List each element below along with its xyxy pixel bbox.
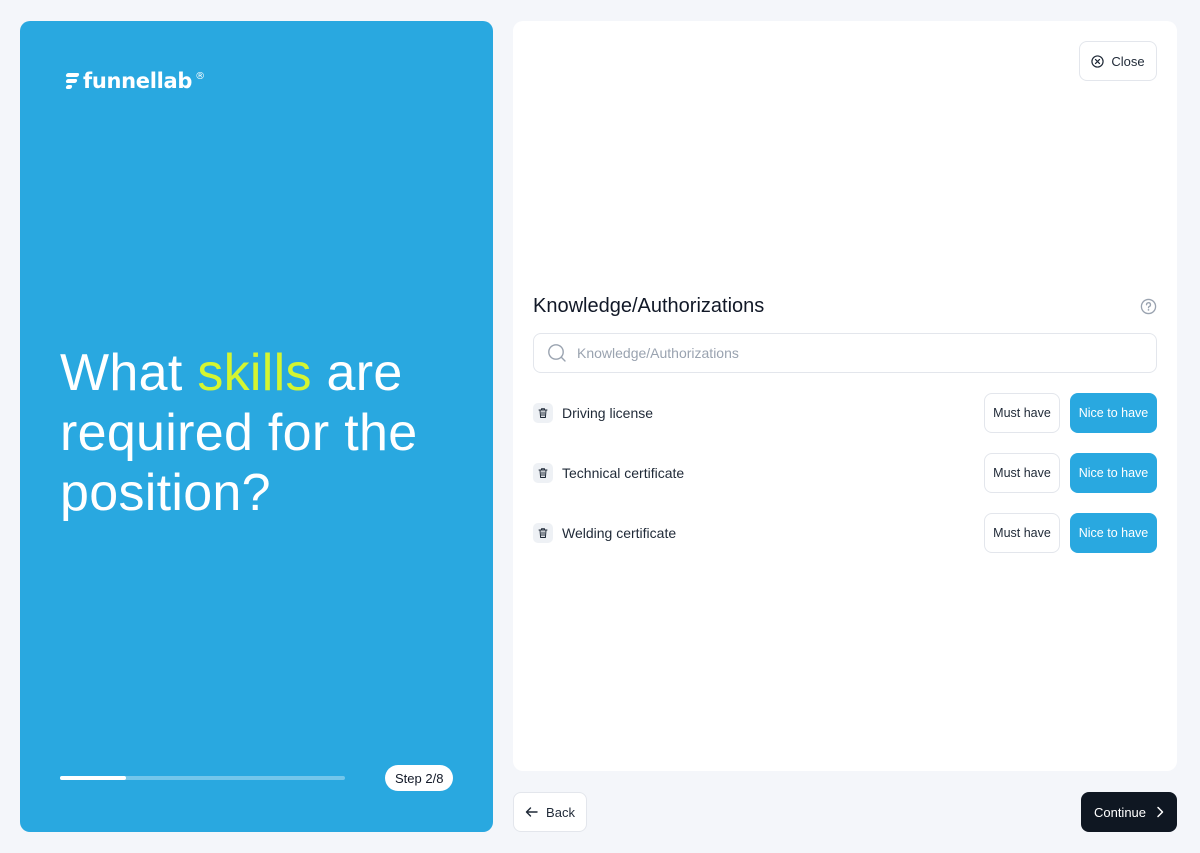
- close-button-label: Close: [1111, 53, 1145, 69]
- page-headline: What skills are required for the positio…: [60, 343, 480, 523]
- skill-label: Welding certificate: [562, 525, 677, 541]
- question-circle-icon[interactable]: [1140, 298, 1157, 320]
- trash-icon[interactable]: [533, 523, 553, 543]
- nice-to-have-button[interactable]: Nice to have: [1070, 513, 1157, 553]
- step-progress-fill: [60, 776, 126, 780]
- skill-row: Welding certificate Must have Nice to ha…: [533, 513, 1157, 553]
- section-title: Knowledge/Authorizations: [533, 295, 765, 317]
- continue-button-label: Continue: [1093, 804, 1147, 820]
- search-input[interactable]: [577, 345, 1156, 361]
- back-button[interactable]: Back: [513, 792, 587, 832]
- continue-button[interactable]: Continue: [1081, 792, 1177, 832]
- search-icon: [547, 343, 567, 363]
- chevron-right-icon: [1156, 806, 1164, 818]
- back-button-label: Back: [546, 804, 575, 820]
- trash-icon[interactable]: [533, 463, 553, 483]
- skill-label: Driving license: [562, 405, 654, 421]
- skill-label: Technical certificate: [562, 465, 685, 481]
- registered-mark: ®: [195, 71, 205, 82]
- arrow-left-icon: [525, 806, 538, 818]
- must-have-button[interactable]: Must have: [984, 513, 1060, 553]
- nice-to-have-button[interactable]: Nice to have: [1070, 393, 1157, 433]
- must-have-button[interactable]: Must have: [984, 393, 1060, 433]
- skill-row: Driving license Must have Nice to have: [533, 393, 1157, 433]
- close-circle-icon: [1091, 54, 1105, 68]
- step-indicator: Step 2/8: [385, 765, 454, 791]
- headline-highlight: skills: [197, 344, 312, 402]
- close-button[interactable]: Close: [1079, 41, 1157, 81]
- headline-before: What: [60, 344, 198, 402]
- step-progress-bar: [60, 776, 345, 780]
- skill-row: Technical certificate Must have Nice to …: [533, 453, 1157, 493]
- skills-search-field[interactable]: [533, 333, 1157, 373]
- must-have-button[interactable]: Must have: [984, 453, 1060, 493]
- brand-logo: funnellab ®: [65, 69, 205, 93]
- skills-card: Close Knowledge/Authorizations Driving l…: [513, 21, 1177, 771]
- trash-icon[interactable]: [533, 403, 553, 423]
- nice-to-have-button[interactable]: Nice to have: [1070, 453, 1157, 493]
- brand-name: funnellab: [83, 69, 193, 93]
- hero-panel: funnellab ® What skills are required for…: [20, 21, 493, 832]
- funnellab-logo-mark-icon: [65, 71, 80, 91]
